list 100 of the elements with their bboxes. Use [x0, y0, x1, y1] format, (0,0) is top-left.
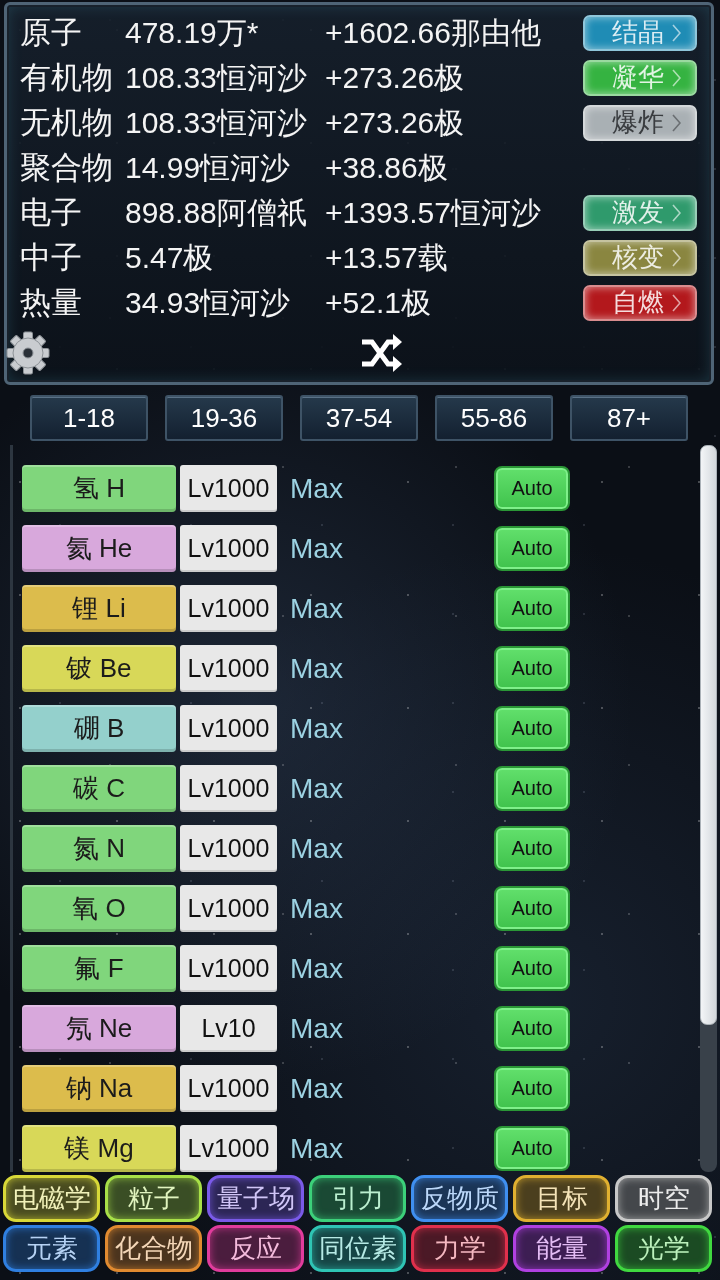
max-label: Max: [290, 652, 343, 685]
level-button[interactable]: Lv1000: [180, 945, 277, 992]
auto-button[interactable]: Auto: [494, 586, 570, 631]
level-button[interactable]: Lv1000: [180, 525, 277, 572]
level-button[interactable]: Lv1000: [180, 825, 277, 872]
max-label: Max: [290, 1072, 343, 1105]
level-button[interactable]: Lv1000: [180, 885, 277, 932]
resource-rate: +1393.57恒河沙: [325, 194, 541, 231]
max-label: Max: [290, 532, 343, 565]
shuffle-icon[interactable]: [360, 333, 404, 372]
resource-rate: +273.26极: [325, 104, 465, 141]
nav-button[interactable]: 量子场: [207, 1175, 304, 1222]
chevron-icon: [671, 68, 681, 87]
nav-button[interactable]: 元素: [3, 1225, 100, 1272]
level-button[interactable]: Lv1000: [180, 705, 277, 752]
nav-button[interactable]: 能量: [513, 1225, 610, 1272]
nav-button[interactable]: 反应: [207, 1225, 304, 1272]
auto-button[interactable]: Auto: [494, 466, 570, 511]
resource-label: 热量: [20, 283, 82, 322]
auto-button[interactable]: Auto: [494, 766, 570, 811]
max-label: Max: [290, 712, 343, 745]
nav-button[interactable]: 粒子: [105, 1175, 202, 1222]
level-button[interactable]: Lv1000: [180, 645, 277, 692]
resource-value: 14.99恒河沙: [125, 149, 291, 186]
resource-value: 108.33恒河沙: [125, 59, 307, 96]
level-button[interactable]: Lv1000: [180, 1125, 277, 1172]
auto-button[interactable]: Auto: [494, 706, 570, 751]
resource-rate: +38.86极: [325, 149, 448, 186]
nav-button[interactable]: 引力: [309, 1175, 406, 1222]
resource-value: 5.47极: [125, 239, 214, 276]
resource-rate: +52.1极: [325, 284, 431, 321]
resource-label: 聚合物: [20, 148, 113, 187]
level-button[interactable]: Lv1000: [180, 765, 277, 812]
element-button[interactable]: 镁 Mg: [22, 1125, 176, 1172]
element-button[interactable]: 氢 H: [22, 465, 176, 512]
level-button[interactable]: Lv1000: [180, 585, 277, 632]
chevron-icon: [671, 293, 681, 312]
range-tab[interactable]: 19-36: [165, 395, 283, 441]
range-tab[interactable]: 55-86: [435, 395, 553, 441]
element-button[interactable]: 碳 C: [22, 765, 176, 812]
resource-label: 电子: [20, 193, 82, 232]
range-tab[interactable]: 37-54: [300, 395, 418, 441]
action-button[interactable]: 爆炸: [583, 104, 697, 141]
element-button[interactable]: 钠 Na: [22, 1065, 176, 1112]
resource-value: 34.93恒河沙: [125, 284, 291, 321]
resource-label: 原子: [20, 13, 82, 52]
auto-button[interactable]: Auto: [494, 1006, 570, 1051]
resource-value: 478.19万*: [125, 14, 259, 51]
element-button[interactable]: 锂 Li: [22, 585, 176, 632]
resource-value: 108.33恒河沙: [125, 104, 307, 141]
nav-button[interactable]: 力学: [411, 1225, 508, 1272]
scrollbar-track[interactable]: [700, 445, 717, 1172]
resource-rate: +273.26极: [325, 59, 465, 96]
chevron-icon: [671, 113, 681, 132]
nav-button[interactable]: 反物质: [411, 1175, 508, 1222]
max-label: Max: [290, 1132, 343, 1165]
resource-label: 中子: [20, 238, 82, 277]
settings-icon[interactable]: [6, 330, 50, 375]
max-label: Max: [290, 952, 343, 985]
chevron-icon: [671, 203, 681, 222]
auto-button[interactable]: Auto: [494, 886, 570, 931]
resource-rate: +13.57载: [325, 239, 448, 276]
max-label: Max: [290, 772, 343, 805]
scrollbar-thumb[interactable]: [700, 445, 717, 1025]
range-tab[interactable]: 87+: [570, 395, 688, 441]
auto-button[interactable]: Auto: [494, 946, 570, 991]
element-button[interactable]: 氦 He: [22, 525, 176, 572]
max-label: Max: [290, 592, 343, 625]
resource-value: 898.88阿僧祇: [125, 194, 307, 231]
nav-button[interactable]: 目标: [513, 1175, 610, 1222]
level-button[interactable]: Lv10: [180, 1005, 277, 1052]
action-button[interactable]: 自燃: [583, 284, 697, 321]
nav-button[interactable]: 光学: [615, 1225, 712, 1272]
max-label: Max: [290, 472, 343, 505]
auto-button[interactable]: Auto: [494, 1066, 570, 1111]
nav-button[interactable]: 化合物: [105, 1225, 202, 1272]
max-label: Max: [290, 832, 343, 865]
auto-button[interactable]: Auto: [494, 1126, 570, 1171]
auto-button[interactable]: Auto: [494, 526, 570, 571]
resource-rate: +1602.66那由他: [325, 14, 541, 51]
element-button[interactable]: 硼 B: [22, 705, 176, 752]
element-button[interactable]: 氟 F: [22, 945, 176, 992]
resource-label: 有机物: [20, 58, 113, 97]
max-label: Max: [290, 892, 343, 925]
range-tab[interactable]: 1-18: [30, 395, 148, 441]
nav-button[interactable]: 同位素: [309, 1225, 406, 1272]
auto-button[interactable]: Auto: [494, 646, 570, 691]
nav-button[interactable]: 电磁学: [3, 1175, 100, 1222]
element-button[interactable]: 氮 N: [22, 825, 176, 872]
nav-button[interactable]: 时空: [615, 1175, 712, 1222]
level-button[interactable]: Lv1000: [180, 465, 277, 512]
element-button[interactable]: 氧 O: [22, 885, 176, 932]
resource-label: 无机物: [20, 103, 113, 142]
element-button[interactable]: 氖 Ne: [22, 1005, 176, 1052]
chevron-icon: [671, 248, 681, 267]
chevron-icon: [671, 23, 681, 42]
level-button[interactable]: Lv1000: [180, 1065, 277, 1112]
auto-button[interactable]: Auto: [494, 826, 570, 871]
max-label: Max: [290, 1012, 343, 1045]
element-button[interactable]: 铍 Be: [22, 645, 176, 692]
